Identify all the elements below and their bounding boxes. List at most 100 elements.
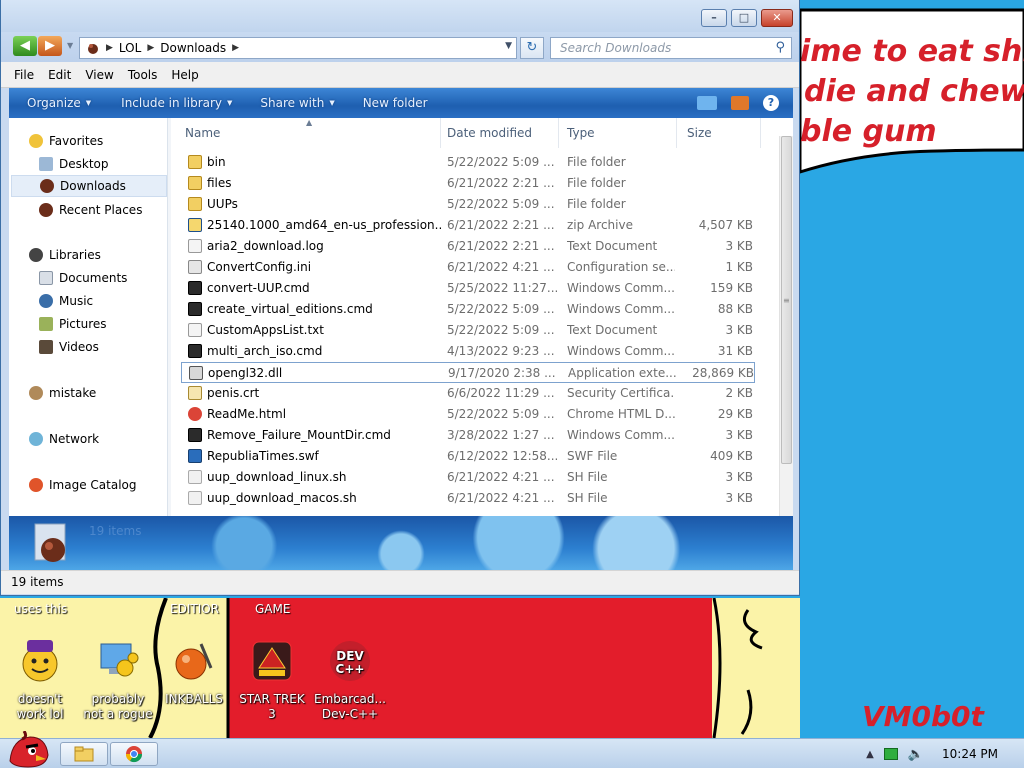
chrome-taskbar-button[interactable] bbox=[110, 742, 158, 766]
table-row[interactable]: Remove_Failure_MountDir.cmd 3/28/2022 1:2… bbox=[181, 425, 755, 446]
table-row[interactable]: ConvertConfig.ini 6/21/2022 4:21 ... Confi… bbox=[181, 257, 755, 278]
table-row-selected[interactable]: opengl32.dll 9/17/2020 2:38 ... Applicatio… bbox=[181, 362, 755, 383]
breadcrumb-separator-icon[interactable]: ▶ bbox=[232, 43, 239, 53]
search-icon[interactable]: ⚲ bbox=[775, 40, 785, 55]
address-dropdown-icon[interactable]: ▼ bbox=[505, 41, 512, 51]
file-size: 3 KB bbox=[725, 239, 753, 253]
menu-edit[interactable]: Edit bbox=[41, 68, 78, 82]
star-icon bbox=[29, 134, 43, 148]
taskbar-clock[interactable]: 10:24 PM bbox=[942, 747, 998, 761]
show-hidden-icons-icon[interactable]: ▲ bbox=[866, 749, 874, 760]
help-button[interactable]: ? bbox=[763, 95, 779, 111]
menu-file[interactable]: File bbox=[7, 68, 41, 82]
refresh-icon: ↻ bbox=[526, 40, 538, 55]
maximize-button[interactable]: □ bbox=[731, 9, 757, 27]
nav-recent-places[interactable]: Recent Places bbox=[9, 199, 167, 221]
file-name: 25140.1000_amd64_en-us_profession... bbox=[207, 218, 441, 232]
table-row[interactable]: convert-UUP.cmd 5/25/2022 11:27... Windows… bbox=[181, 278, 755, 299]
desktop-icon-computer[interactable]: probably not a rogue bbox=[80, 638, 156, 722]
table-row[interactable]: create_virtual_editions.cmd 5/22/2022 5:0… bbox=[181, 299, 755, 320]
wallpaper-signature: VM0b0t bbox=[862, 700, 984, 733]
nav-favorites[interactable]: Favorites bbox=[9, 130, 167, 152]
nav-downloads[interactable]: Downloads bbox=[11, 175, 167, 197]
yahoo-messenger-icon bbox=[22, 640, 58, 682]
file-date-modified: 5/22/2022 5:09 ... bbox=[447, 197, 555, 211]
share-with-button[interactable]: Share with ▼ bbox=[260, 96, 334, 110]
back-button[interactable]: ◀ bbox=[13, 36, 37, 56]
refresh-button[interactable]: ↻ bbox=[520, 37, 544, 59]
explorer-window[interactable]: – □ ✕ ◀ ▶ ▼ ▶ LOL ▶ Downloads ▶ ▼ ↻ Sear… bbox=[0, 0, 800, 596]
column-header-type[interactable]: Type bbox=[559, 118, 677, 148]
wallpaper-caption-uses-this: uses this bbox=[14, 602, 68, 616]
navigation-pane: Favorites Desktop Downloads Recent Place… bbox=[9, 118, 167, 516]
file-size: 88 KB bbox=[717, 302, 753, 316]
inkball-icon bbox=[175, 643, 213, 680]
explorer-taskbar-button[interactable] bbox=[60, 742, 108, 766]
file-date-modified: 3/28/2022 1:27 ... bbox=[447, 428, 555, 442]
organize-button[interactable]: Organize ▼ bbox=[27, 96, 91, 110]
change-view-icon[interactable] bbox=[697, 96, 717, 110]
include-in-library-button[interactable]: Include in library ▼ bbox=[121, 96, 232, 110]
desktop-icon-label: INKBALLS bbox=[165, 692, 223, 706]
nav-libraries[interactable]: Libraries bbox=[9, 244, 167, 266]
file-type: File folder bbox=[567, 155, 626, 169]
table-row[interactable]: penis.crt 6/6/2022 11:29 ... Security Cert… bbox=[181, 383, 755, 404]
column-header-date-modified[interactable]: Date modified bbox=[439, 118, 559, 148]
table-row[interactable]: ReadMe.html 5/22/2022 5:09 ... Chrome HTML… bbox=[181, 404, 755, 425]
table-row[interactable]: bin 5/22/2022 5:09 ... File folder bbox=[181, 152, 755, 173]
folder-icon bbox=[188, 155, 202, 169]
share-with-label: Share with bbox=[260, 96, 325, 110]
recent-pages-dropdown-icon[interactable]: ▼ bbox=[67, 41, 73, 50]
caption-buttons: – □ ✕ bbox=[697, 9, 793, 27]
desktop-icon-dev-cpp[interactable]: DEV C++ Embarcad... Dev-C++ bbox=[312, 638, 388, 722]
menu-tools[interactable]: Tools bbox=[121, 68, 165, 82]
table-row[interactable]: 25140.1000_amd64_en-us_profession... 6/21… bbox=[181, 215, 755, 236]
table-row[interactable]: CustomAppsList.txt 5/22/2022 5:09 ... Text… bbox=[181, 320, 755, 341]
start-button-angry-bird-icon[interactable] bbox=[6, 731, 50, 768]
nav-desktop[interactable]: Desktop bbox=[9, 153, 167, 175]
column-header-name[interactable]: Name bbox=[177, 118, 441, 148]
menu-help[interactable]: Help bbox=[164, 68, 205, 82]
breadcrumb-lol[interactable]: LOL bbox=[119, 41, 141, 55]
title-bar[interactable]: – □ ✕ bbox=[1, 0, 799, 32]
table-row[interactable]: uup_download_macos.sh 6/21/2022 4:21 ... S… bbox=[181, 488, 755, 509]
table-row[interactable]: aria2_download.log 6/21/2022 2:21 ... Text… bbox=[181, 236, 755, 257]
address-bar[interactable]: ▶ LOL ▶ Downloads ▶ ▼ bbox=[79, 37, 517, 59]
nav-pictures[interactable]: Pictures bbox=[9, 313, 167, 335]
breadcrumb-downloads[interactable]: Downloads bbox=[160, 41, 226, 55]
table-row[interactable]: files 6/21/2022 2:21 ... File folder bbox=[181, 173, 755, 194]
breadcrumb-separator-icon[interactable]: ▶ bbox=[106, 43, 113, 53]
table-row[interactable]: uup_download_linux.sh 6/21/2022 4:21 ... S… bbox=[181, 467, 755, 488]
nav-documents[interactable]: Documents bbox=[9, 267, 167, 289]
desktop-icon-label: doesn't work lol bbox=[16, 692, 64, 721]
nav-videos[interactable]: Videos bbox=[9, 336, 167, 358]
file-size: 31 KB bbox=[717, 344, 753, 358]
close-button[interactable]: ✕ bbox=[761, 9, 793, 27]
nav-network[interactable]: Network bbox=[9, 428, 167, 450]
desktop-icon-yahoo[interactable]: doesn't work lol bbox=[2, 638, 78, 722]
videos-icon bbox=[39, 340, 53, 354]
search-input[interactable]: Search Downloads ⚲ bbox=[550, 37, 792, 59]
forward-button[interactable]: ▶ bbox=[38, 36, 62, 56]
desktop-icon-star-trek[interactable]: STAR TREK 3 bbox=[234, 638, 310, 722]
table-row[interactable]: RepubliaTimes.swf 6/12/2022 12:58... SWF F… bbox=[181, 446, 755, 467]
nav-image-catalog[interactable]: Image Catalog bbox=[9, 474, 167, 496]
menu-view[interactable]: View bbox=[78, 68, 120, 82]
recent-places-icon bbox=[39, 203, 53, 217]
nav-music[interactable]: Music bbox=[9, 290, 167, 312]
nav-mistake[interactable]: mistake bbox=[9, 382, 167, 404]
column-header-size[interactable]: Size bbox=[679, 118, 761, 148]
file-date-modified: 5/22/2022 5:09 ... bbox=[447, 302, 555, 316]
new-folder-button[interactable]: New folder bbox=[363, 96, 428, 110]
table-row[interactable]: UUPs 5/22/2022 5:09 ... File folder bbox=[181, 194, 755, 215]
preview-pane-icon[interactable] bbox=[731, 96, 749, 110]
vertical-scrollbar[interactable]: ≡ bbox=[779, 136, 793, 516]
breadcrumb-separator-icon[interactable]: ▶ bbox=[147, 43, 154, 53]
minimize-button[interactable]: – bbox=[701, 9, 727, 27]
meme-text-line-2: die and chew bbox=[804, 74, 1024, 109]
network-status-icon[interactable] bbox=[883, 748, 898, 760]
file-date-modified: 6/21/2022 2:21 ... bbox=[447, 176, 555, 190]
volume-icon[interactable]: 🔈 bbox=[908, 747, 924, 762]
table-row[interactable]: multi_arch_iso.cmd 4/13/2022 9:23 ... Wind… bbox=[181, 341, 755, 362]
desktop-icon-inkballs[interactable]: INKBALLS bbox=[156, 638, 232, 707]
